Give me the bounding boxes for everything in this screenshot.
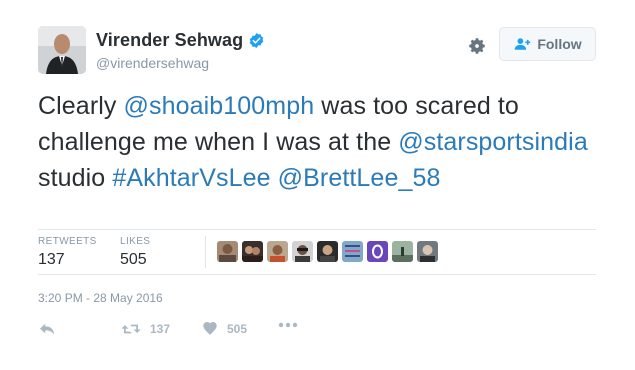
likes-stat[interactable]: LIKES 505 [120, 236, 150, 269]
like-button[interactable]: 505 [202, 322, 247, 336]
more-icon [278, 322, 298, 328]
liker-avatar[interactable] [217, 241, 238, 262]
avatar-image [38, 26, 86, 74]
retweets-label: RETWEETS [38, 236, 97, 247]
mention-link[interactable]: @BrettLee_58 [278, 164, 441, 192]
mention-link[interactable]: @starsportsindia [398, 128, 588, 156]
liker-avatar[interactable] [317, 241, 338, 262]
more-button[interactable] [278, 322, 298, 328]
like-count: 505 [227, 322, 248, 336]
tweet-timestamp[interactable]: 3:20 PM - 28 May 2016 [38, 291, 163, 305]
reply-button[interactable] [38, 322, 56, 336]
divider-top [38, 229, 596, 230]
author-handle[interactable]: @virendersehwag [96, 55, 209, 71]
likes-label: LIKES [120, 236, 151, 247]
retweets-value: 137 [38, 251, 65, 268]
liker-avatar[interactable] [367, 241, 388, 262]
retweet-icon [121, 324, 141, 334]
retweet-button[interactable]: 137 [120, 322, 170, 336]
verified-badge-icon [250, 33, 264, 48]
tweet-text: Clearly @shoaib100mph was too scared to … [38, 88, 598, 196]
author-name-text[interactable]: Virender Sehwag [96, 30, 243, 51]
liker-avatar[interactable] [417, 241, 438, 262]
tweet-text-segment [271, 164, 278, 192]
stats-separator [205, 236, 206, 268]
reply-icon [40, 323, 54, 335]
retweet-count: 137 [150, 322, 171, 336]
retweets-stat[interactable]: RETWEETS 137 [38, 236, 97, 269]
heart-icon [203, 322, 217, 336]
tweet-text-segment: Clearly [38, 92, 124, 120]
mention-link[interactable]: @shoaib100mph [124, 92, 315, 120]
liker-avatar[interactable] [242, 241, 263, 262]
add-user-icon [514, 38, 531, 50]
author-avatar[interactable] [38, 26, 86, 74]
liker-avatar[interactable] [342, 241, 363, 262]
follow-button-label: Follow [537, 36, 582, 52]
likes-value: 505 [120, 251, 147, 268]
author-name[interactable]: Virender Sehwag [96, 30, 265, 51]
likers-avatars [217, 241, 442, 262]
tweet-text-segment: studio [38, 164, 113, 192]
follow-button[interactable]: Follow [499, 27, 596, 61]
liker-avatar[interactable] [292, 241, 313, 262]
hashtag-link[interactable]: #AkhtarVsLee [112, 164, 270, 192]
divider-bottom [38, 274, 596, 275]
liker-avatar[interactable] [392, 241, 413, 262]
liker-avatar[interactable] [267, 241, 288, 262]
gear-icon[interactable] [467, 36, 487, 56]
